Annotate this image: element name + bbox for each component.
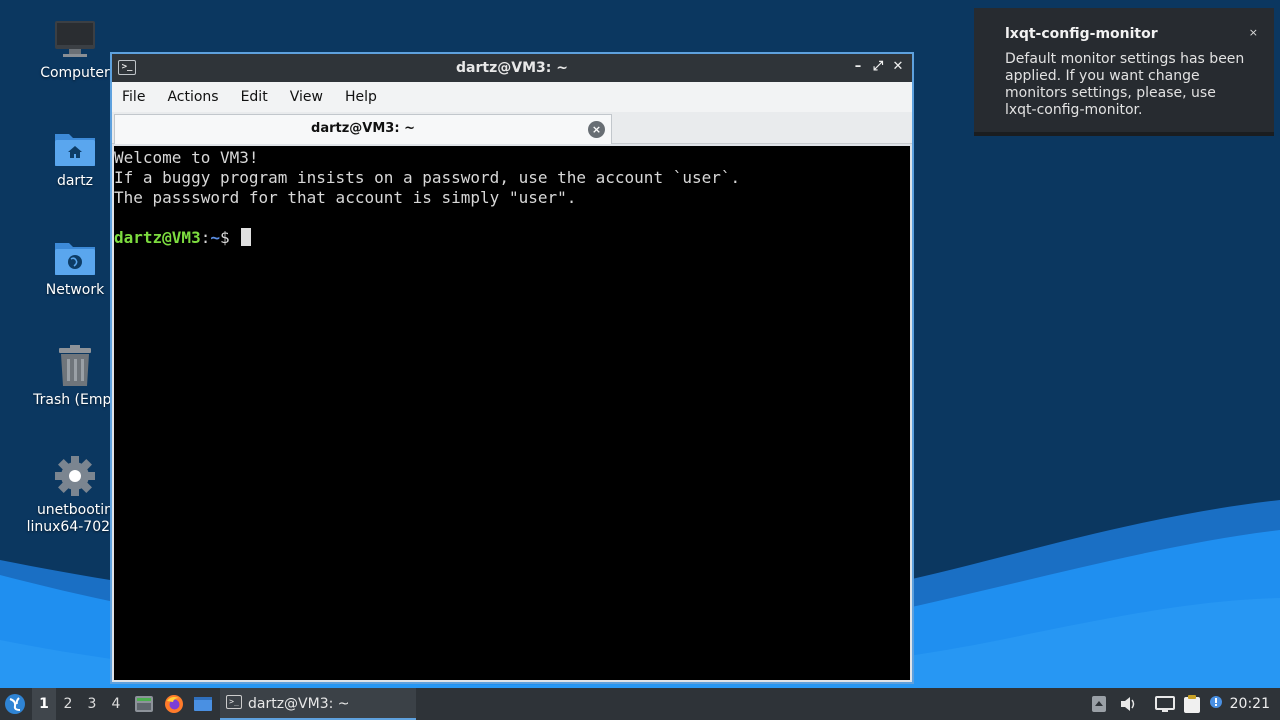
taskbar: 1 2 3 4 >_ dartz@VM3: ~ 20:21 <box>0 688 1280 720</box>
menu-file[interactable]: File <box>122 89 145 105</box>
terminal-output[interactable]: Welcome to VM3! If a buggy program insist… <box>114 146 910 680</box>
prompt-user: dartz@VM3 <box>114 228 201 247</box>
lxqt-logo-icon <box>5 694 25 714</box>
tab-label: dartz@VM3: ~ <box>311 121 415 136</box>
text-cursor <box>241 228 252 246</box>
output-line: Welcome to VM3! <box>114 148 259 167</box>
show-desktop-launcher[interactable] <box>193 688 215 720</box>
window-title: dartz@VM3: ~ <box>456 60 568 76</box>
tray-volume-icon[interactable] <box>1119 688 1139 720</box>
tab-terminal[interactable]: dartz@VM3: ~ × <box>114 114 612 144</box>
workspace-3[interactable]: 3 <box>80 688 104 720</box>
file-manager-icon <box>135 696 153 712</box>
menu-help[interactable]: Help <box>345 89 377 105</box>
trash-icon <box>59 345 91 386</box>
notification-popup[interactable]: lxqt-config-monitor Default monitor sett… <box>974 8 1274 136</box>
terminal-icon: >_ <box>226 695 242 709</box>
menu-actions[interactable]: Actions <box>167 89 218 105</box>
workspace-2[interactable]: 2 <box>56 688 80 720</box>
menubar: File Actions Edit View Help <box>112 82 912 112</box>
notification-body: Default monitor settings has been applie… <box>1005 51 1245 118</box>
close-button[interactable]: ✕ <box>890 59 906 75</box>
notification-close-icon[interactable]: × <box>1249 26 1258 39</box>
tab-bar: dartz@VM3: ~ × <box>112 112 912 144</box>
workspace-4[interactable]: 4 <box>104 688 128 720</box>
tab-close-icon[interactable]: × <box>588 121 605 138</box>
output-line: If a buggy program insists on a password… <box>114 168 741 187</box>
file-manager-launcher[interactable] <box>134 688 156 720</box>
tray-clipboard-icon[interactable] <box>1183 688 1203 720</box>
firefox-icon <box>165 695 183 713</box>
notification-title: lxqt-config-monitor <box>1005 26 1158 42</box>
prompt-separator: : <box>200 228 211 247</box>
output-line: The passsword for that account is simply… <box>114 188 577 207</box>
tray-notification-icon[interactable] <box>1209 688 1225 720</box>
prompt-symbol: $ <box>219 228 230 247</box>
menu-edit[interactable]: Edit <box>241 89 268 105</box>
monitor-icon <box>55 21 95 57</box>
task-label: dartz@VM3: ~ <box>248 696 350 712</box>
desktop-icon <box>194 697 212 711</box>
prompt-line: dartz@VM3:~$ <box>114 228 910 248</box>
window-titlebar[interactable]: >_ dartz@VM3: ~ – ⤢ ✕ <box>112 54 912 82</box>
tray-arrow-up-icon[interactable] <box>1091 688 1109 720</box>
taskbar-task-terminal[interactable]: >_ dartz@VM3: ~ <box>220 688 416 720</box>
gear-icon <box>55 456 95 496</box>
minimize-button[interactable]: – <box>850 59 866 75</box>
start-menu-button[interactable] <box>4 688 28 720</box>
tray-network-icon[interactable] <box>1155 688 1177 720</box>
workspace-1[interactable]: 1 <box>32 688 56 720</box>
prompt-path: ~ <box>210 228 220 247</box>
home-folder-icon <box>55 134 95 166</box>
maximize-button[interactable]: ⤢ <box>870 59 886 75</box>
network-folder-icon <box>55 243 95 275</box>
terminal-window[interactable]: >_ dartz@VM3: ~ – ⤢ ✕ File Actions Edit … <box>110 52 914 684</box>
clock[interactable]: 20:21 <box>1230 688 1270 720</box>
menu-view[interactable]: View <box>290 89 323 105</box>
firefox-launcher[interactable] <box>164 688 186 720</box>
